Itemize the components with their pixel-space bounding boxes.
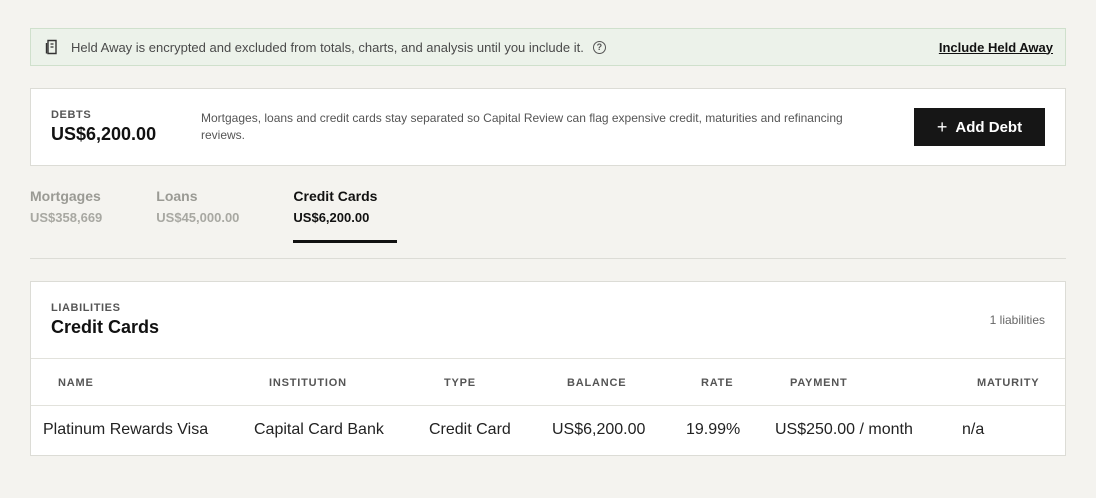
add-debt-button[interactable]: + Add Debt [914, 108, 1045, 146]
table-header: NAME INSTITUTION TYPE BALANCE RATE PAYME… [31, 358, 1065, 406]
document-lock-icon [45, 39, 57, 55]
column-header-maturity[interactable]: MATURITY [977, 377, 1039, 389]
column-header-institution[interactable]: INSTITUTION [269, 377, 347, 389]
liabilities-card: LIABILITIES Credit Cards 1 liabilities N… [30, 281, 1066, 456]
add-debt-label: Add Debt [955, 118, 1023, 136]
debts-kicker: DEBTS [51, 109, 92, 121]
column-header-name[interactable]: NAME [58, 377, 94, 389]
liabilities-kicker: LIABILITIES [51, 302, 121, 314]
tab-loans[interactable]: Loans US$45,000.00 [156, 188, 239, 243]
debt-category-tabs: Mortgages US$358,669 Loans US$45,000.00 … [30, 188, 431, 244]
table-row[interactable]: Platinum Rewards Visa Capital Card Bank … [31, 406, 1065, 455]
tabs-divider [30, 258, 1066, 259]
tab-mortgages-label: Mortgages [30, 188, 101, 204]
tab-mortgages[interactable]: Mortgages US$358,669 [30, 188, 102, 243]
tab-mortgages-value: US$358,669 [30, 210, 103, 225]
debts-description: Mortgages, loans and credit cards stay s… [201, 111, 843, 142]
liabilities-count: 1 liabilities [989, 313, 1045, 327]
cell-name: Platinum Rewards Visa [43, 421, 209, 438]
tab-loans-value: US$45,000.00 [156, 210, 240, 225]
banner-message: Held Away is encrypted and excluded from… [71, 39, 584, 55]
cell-type: Credit Card [429, 421, 511, 438]
question-circle-icon[interactable]: ? [592, 40, 606, 54]
cell-maturity: n/a [962, 421, 985, 438]
tab-loans-label: Loans [156, 188, 198, 204]
column-header-payment[interactable]: PAYMENT [790, 377, 848, 389]
plus-icon: + [936, 117, 948, 137]
liabilities-title: Credit Cards [51, 317, 160, 337]
include-held-away-link[interactable]: Include Held Away [939, 40, 1053, 55]
column-header-type[interactable]: TYPE [444, 377, 476, 389]
cell-institution: Capital Card Bank [254, 421, 384, 438]
tab-credit-cards-label: Credit Cards [293, 188, 378, 204]
debts-summary-card: DEBTS US$6,200.00 Mortgages, loans and c… [30, 88, 1066, 166]
held-away-banner: Held Away is encrypted and excluded from… [30, 28, 1066, 66]
debts-total: US$6,200.00 [51, 124, 157, 144]
column-header-rate[interactable]: RATE [701, 377, 733, 389]
cell-balance: US$6,200.00 [552, 421, 646, 438]
cell-rate: 19.99% [686, 421, 741, 438]
tab-credit-cards-value: US$6,200.00 [293, 210, 370, 225]
tab-credit-cards[interactable]: Credit Cards US$6,200.00 [293, 188, 398, 243]
column-header-balance[interactable]: BALANCE [567, 377, 626, 389]
cell-payment: US$250.00 / month [775, 421, 913, 438]
